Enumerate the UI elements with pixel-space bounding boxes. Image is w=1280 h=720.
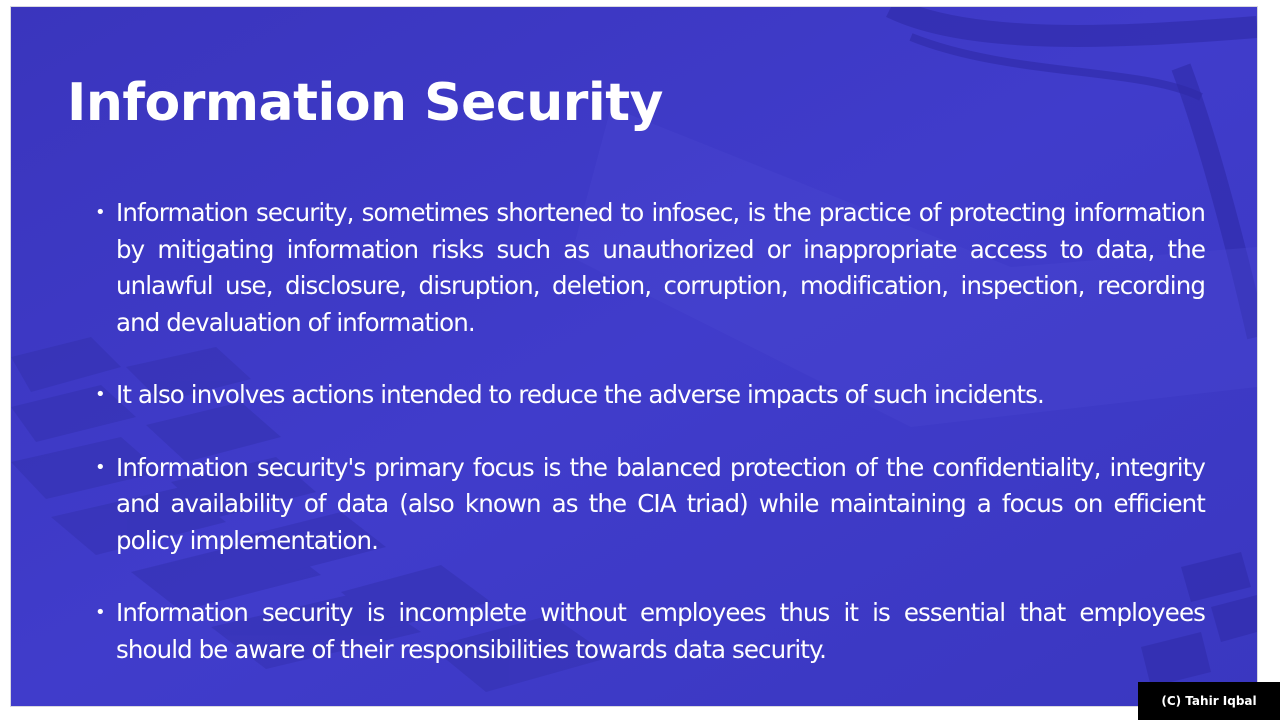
bullet-item: • Information security is incomplete wit… <box>95 595 1206 668</box>
bullet-item: • Information security's primary focus i… <box>95 450 1206 560</box>
bullet-icon: • <box>95 384 106 405</box>
slide-title: Information Security <box>67 73 663 133</box>
bullet-item: • Information security, sometimes shorte… <box>95 195 1206 341</box>
bullet-text: It also involves actions intended to red… <box>116 380 1045 409</box>
bullet-list: • Information security, sometimes shorte… <box>95 195 1206 704</box>
bullet-icon: • <box>95 202 106 223</box>
slide: Information Security • Information secur… <box>11 7 1257 706</box>
bullet-text: Information security, sometimes shortene… <box>116 198 1206 337</box>
bullet-icon: • <box>95 456 106 478</box>
bullet-icon: • <box>95 602 106 623</box>
bullet-text: Information security is incomplete witho… <box>116 598 1206 664</box>
bullet-text: Information security's primary focus is … <box>116 452 1206 555</box>
copyright-watermark: (C) Tahir Iqbal <box>1138 682 1280 720</box>
bullet-item: • It also involves actions intended to r… <box>95 377 1205 414</box>
